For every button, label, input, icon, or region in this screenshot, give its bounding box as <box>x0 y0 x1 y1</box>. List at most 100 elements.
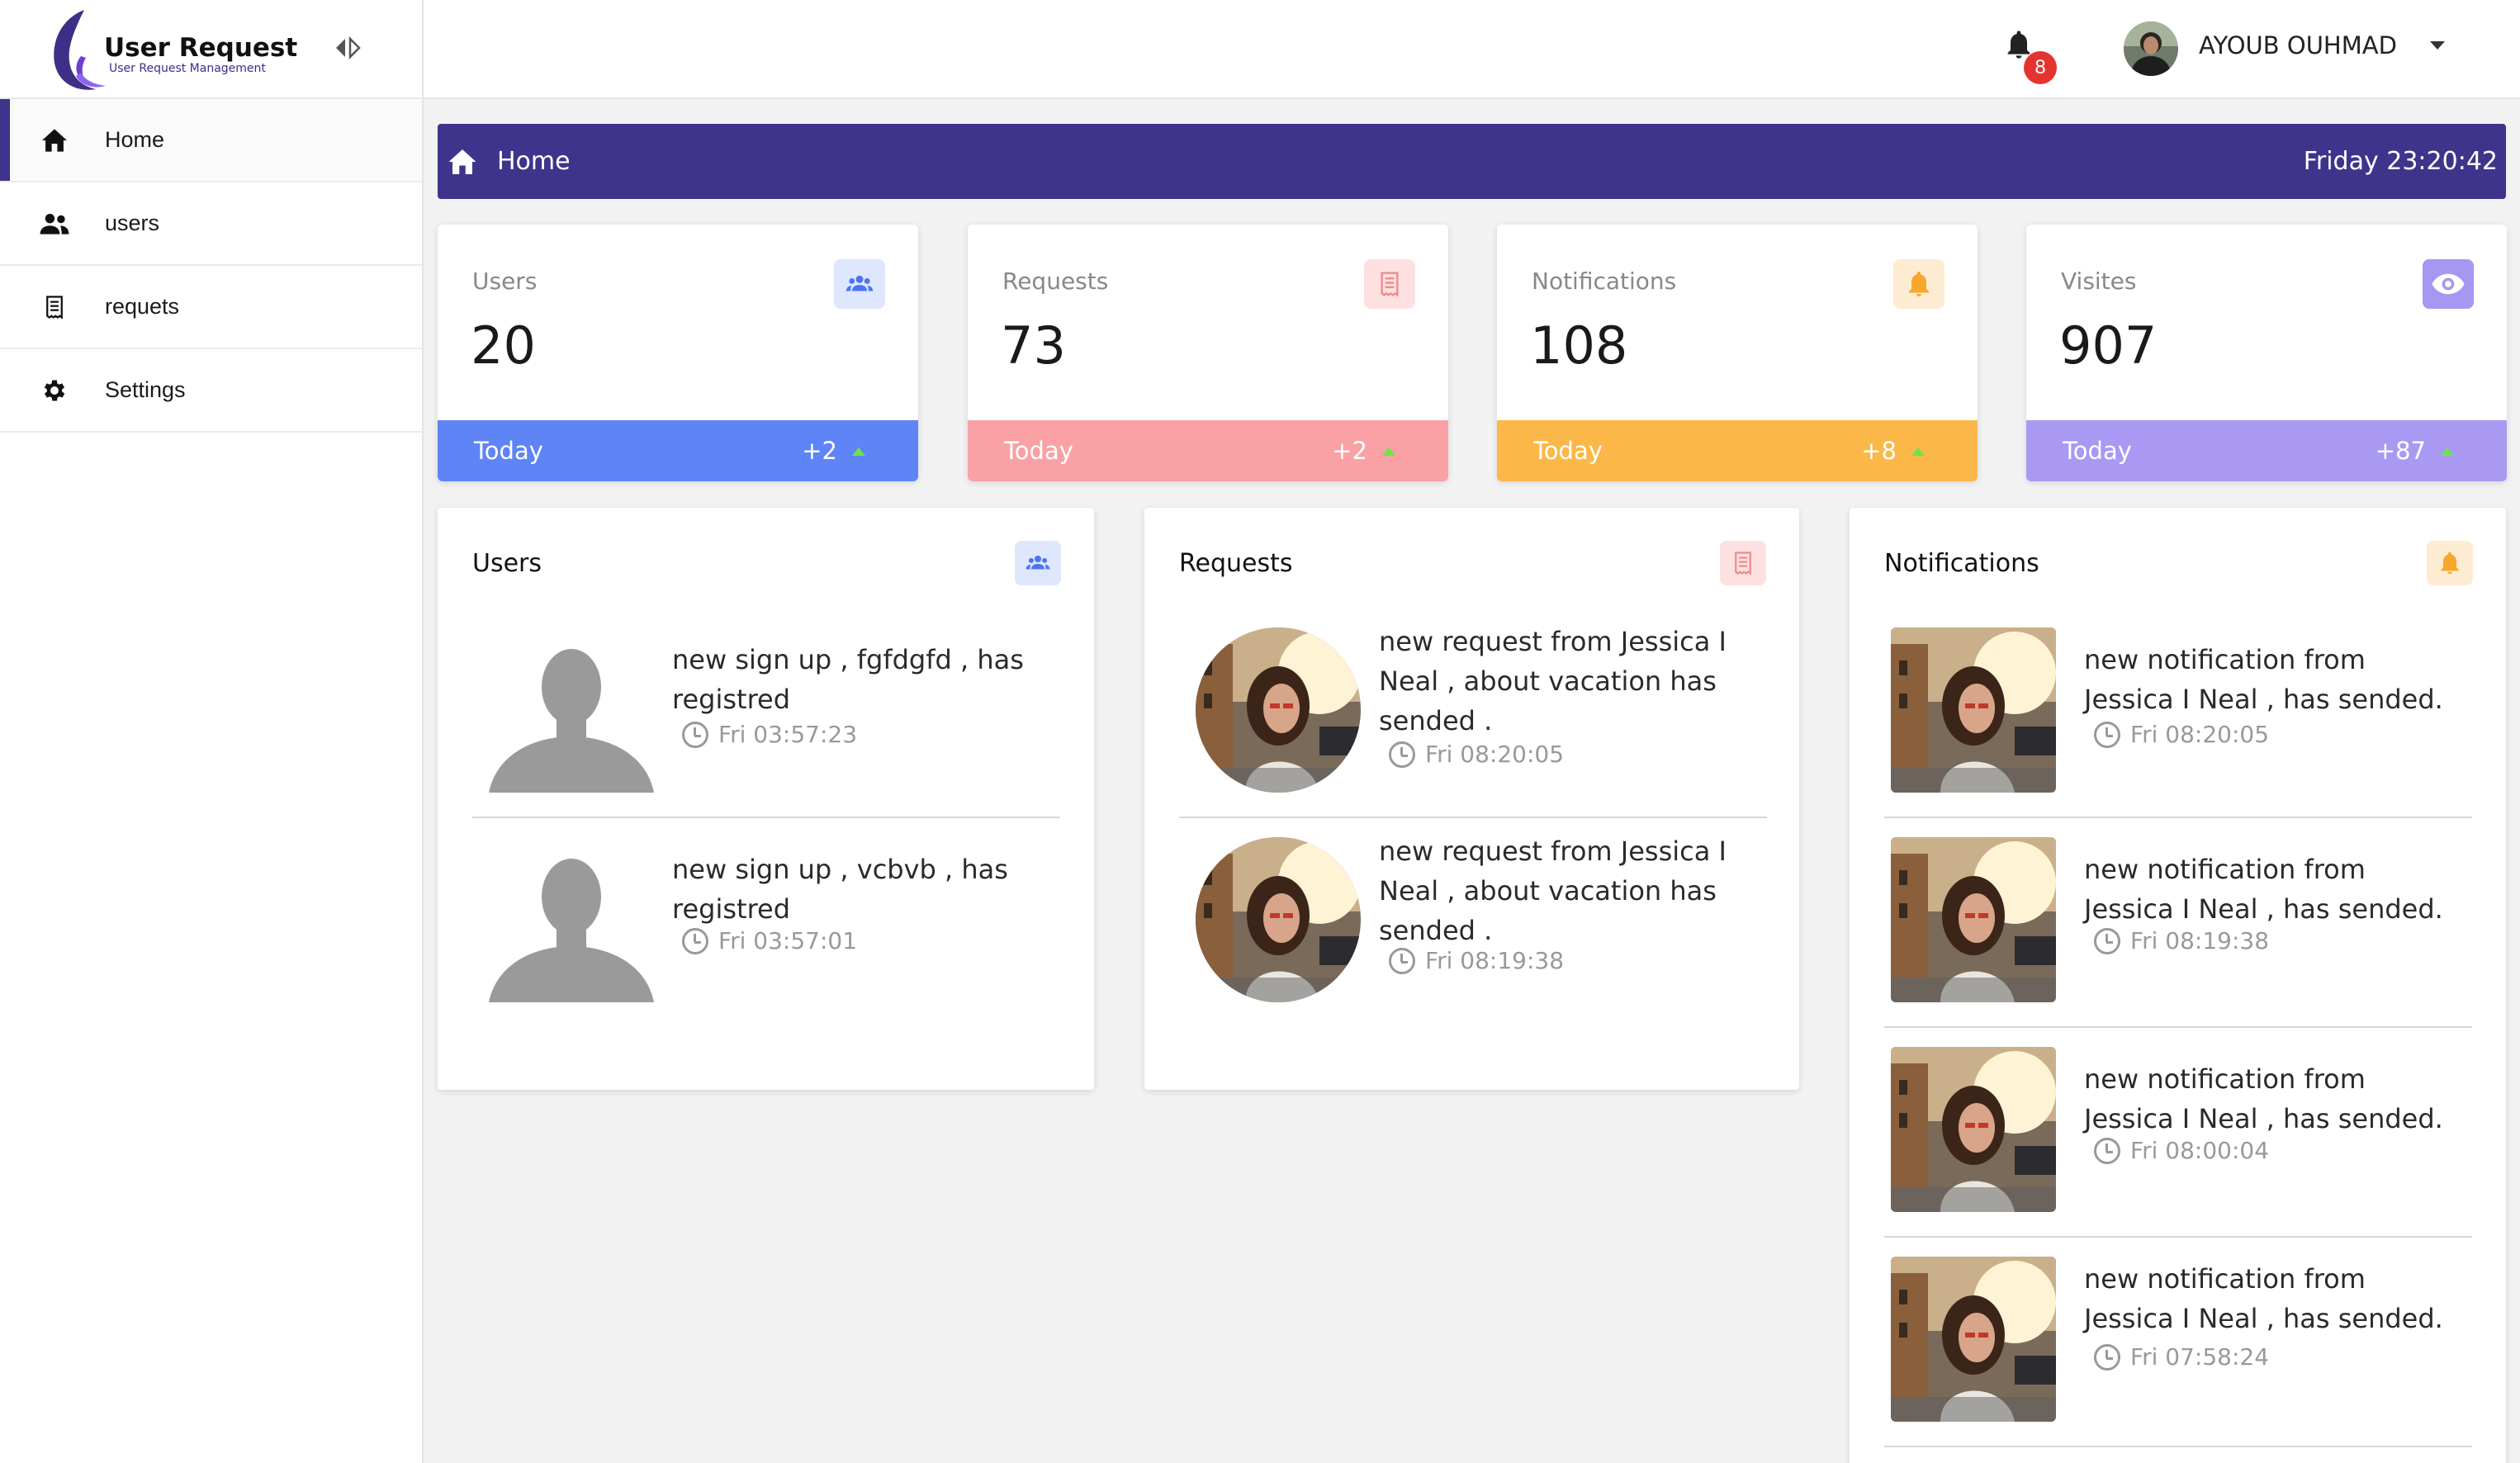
list-item-text: new notification from Jessica I Neal , h… <box>2084 854 2443 925</box>
clock-icon <box>2094 1137 2120 1164</box>
user-placeholder-avatar <box>489 627 654 793</box>
requests-panel: Requests new request from Jessica I Neal… <box>1144 508 1799 1090</box>
list-item-time: Fri 08:00:04 <box>2094 1137 2269 1164</box>
sidebar-collapse-icon[interactable] <box>334 36 362 59</box>
list-item[interactable]: new sign up , vcbvb , has registred Fri … <box>472 818 1060 1028</box>
panel-title: Requests <box>1179 549 1293 578</box>
sidebar-item-requets[interactable]: requets <box>0 266 422 349</box>
sidebar-item-label: Home <box>105 127 165 152</box>
stat-delta: +2 <box>1332 437 1367 465</box>
list-item[interactable]: new notification from Jessica I Neal , h… <box>1884 818 2472 1028</box>
users-icon <box>1015 541 1061 585</box>
user-name[interactable]: AYOUB OUHMAD <box>2199 31 2397 59</box>
stat-footer-label: Today <box>2063 437 2132 465</box>
stat-footer: Today +87 <box>2026 420 2507 481</box>
bell-icon <box>2427 541 2473 585</box>
clock-icon <box>1389 741 1415 768</box>
stat-value: 20 <box>471 315 536 376</box>
users-icon <box>38 207 71 240</box>
notification-count-badge: 8 <box>2024 51 2057 84</box>
stat-card-users[interactable]: Users 20 Today +2 <box>438 225 918 481</box>
list-item-text: new sign up , vcbvb , has registred <box>672 854 1008 925</box>
stat-card-visites[interactable]: Visites 907 Today +87 <box>2026 225 2507 481</box>
list-item-text: new notification from Jessica I Neal , h… <box>2084 1263 2443 1334</box>
brand-subtitle: User Request Management <box>109 62 266 75</box>
list-item-time: Fri 03:57:23 <box>682 721 857 748</box>
bell-icon <box>1893 259 1944 309</box>
brand-title: User Request <box>104 33 298 63</box>
top-bar: 8 AYOUB OUHMAD <box>424 0 2520 99</box>
user-photo-avatar <box>1196 627 1361 793</box>
clock-icon <box>1389 947 1415 974</box>
stat-value: 108 <box>1530 315 1628 376</box>
eye-icon <box>2423 259 2474 309</box>
user-placeholder-avatar <box>489 837 654 1002</box>
current-datetime: Friday 23:20:42 <box>2303 147 2498 176</box>
chevron-down-icon[interactable] <box>2430 41 2445 50</box>
sidebar-item-label: requets <box>105 294 180 319</box>
avatar[interactable] <box>2124 21 2178 76</box>
user-photo-avatar <box>1891 837 2056 1002</box>
list-item-text: new request from Jessica I Neal , about … <box>1379 836 1727 946</box>
list-item-text: new sign up , fgfdgfd , has registred <box>672 644 1024 715</box>
notifications-button[interactable]: 8 <box>2002 28 2057 86</box>
stat-label: Requests <box>1002 268 1109 295</box>
sidebar-item-home[interactable]: Home <box>0 99 422 182</box>
users-panel: Users new sign up , fgfdgfd , has regist… <box>438 508 1094 1090</box>
list-item-time: Fri 08:19:38 <box>1389 947 1564 974</box>
list-item[interactable]: new request from Jessica I Neal , about … <box>1179 818 1767 1028</box>
list-item-time: Fri 08:20:05 <box>1389 741 1564 768</box>
receipt-icon <box>1364 259 1415 309</box>
list-item[interactable]: new request from Jessica I Neal , about … <box>1179 608 1767 818</box>
arrow-up-icon <box>2441 447 2454 456</box>
sidebar: User Request User Request Management Hom… <box>0 0 424 1463</box>
clock-icon <box>2094 1343 2120 1371</box>
list-item-time: Fri 03:57:01 <box>682 927 857 954</box>
arrow-up-icon <box>1382 447 1395 456</box>
sidebar-item-users[interactable]: users <box>0 182 422 266</box>
stat-footer-label: Today <box>474 437 543 465</box>
clock-icon <box>682 721 708 748</box>
stat-label: Users <box>472 268 538 295</box>
page-title: Home <box>497 147 571 176</box>
user-photo-avatar <box>1891 627 2056 793</box>
list-item[interactable]: new notification from Jessica I Neal , h… <box>1884 608 2472 818</box>
arrow-up-icon <box>852 447 865 456</box>
stat-footer-label: Today <box>1533 437 1603 465</box>
list-item-time: Fri 08:19:38 <box>2094 927 2269 954</box>
list-item[interactable]: new sign up , fgfdgfd , has registred Fr… <box>472 608 1060 818</box>
stat-value: 907 <box>2059 315 2158 376</box>
home-icon <box>448 149 476 174</box>
sidebar-item-settings[interactable]: Settings <box>0 349 422 433</box>
panel-title: Notifications <box>1884 549 2039 578</box>
list-item[interactable]: new notification from Jessica I Neal , h… <box>1884 1028 2472 1238</box>
list-item[interactable]: new notification from Jessica I Neal , h… <box>1884 1238 2472 1447</box>
list-item-time: Fri 08:20:05 <box>2094 721 2269 748</box>
user-photo-avatar <box>1891 1047 2056 1212</box>
sidebar-item-label: Settings <box>105 377 186 402</box>
notifications-panel: Notifications new notification from Jess… <box>1850 508 2506 1463</box>
list-item-time: Fri 07:58:24 <box>2094 1343 2269 1371</box>
page-header-banner: Home Friday 23:20:42 <box>438 124 2506 199</box>
arrow-up-icon <box>1911 447 1925 456</box>
stat-label: Notifications <box>1532 268 1677 295</box>
stat-footer: Today +2 <box>438 420 918 481</box>
stat-delta: +8 <box>1861 437 1897 465</box>
home-icon <box>38 124 71 157</box>
stat-delta: +87 <box>2375 437 2426 465</box>
stat-label: Visites <box>2061 268 2137 295</box>
user-photo-avatar <box>1891 1257 2056 1422</box>
clock-icon <box>2094 721 2120 748</box>
receipt-icon <box>38 291 71 324</box>
brand: User Request User Request Management <box>0 0 422 99</box>
stat-card-notifications[interactable]: Notifications 108 Today +8 <box>1497 225 1978 481</box>
stat-delta: +2 <box>802 437 837 465</box>
users-icon <box>834 259 885 309</box>
user-photo-avatar <box>1196 837 1361 1002</box>
sidebar-item-label: users <box>105 211 160 235</box>
stat-card-requests[interactable]: Requests 73 Today +2 <box>968 225 1448 481</box>
stat-footer: Today +8 <box>1497 420 1978 481</box>
receipt-icon <box>1720 541 1766 585</box>
stat-footer: Today +2 <box>968 420 1448 481</box>
stat-footer-label: Today <box>1004 437 1073 465</box>
